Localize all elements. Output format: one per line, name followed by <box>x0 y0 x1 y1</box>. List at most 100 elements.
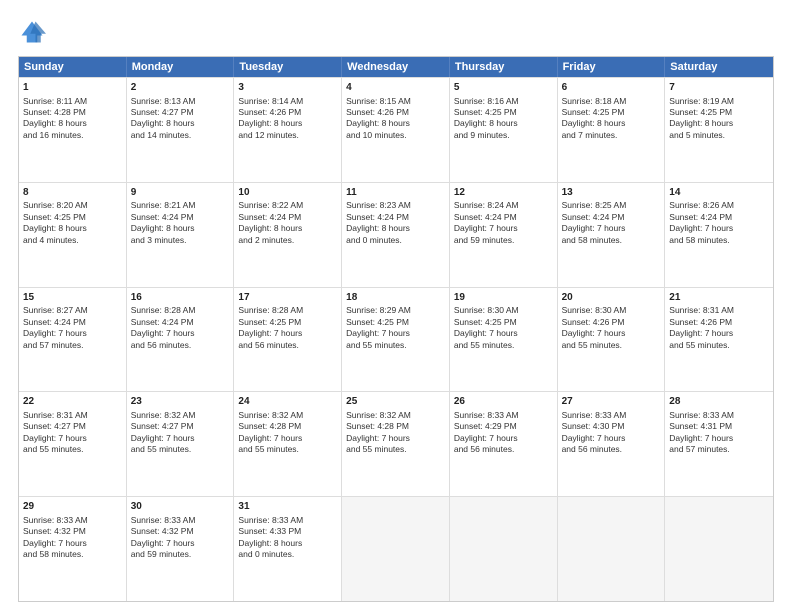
day-info-line-1: Sunrise: 8:15 AM <box>346 96 445 107</box>
day-cell-10: 10Sunrise: 8:22 AMSunset: 4:24 PMDayligh… <box>234 183 342 287</box>
day-number: 5 <box>454 81 553 95</box>
day-info-line-1: Sunrise: 8:20 AM <box>23 200 122 211</box>
day-info-line-2: Sunset: 4:24 PM <box>23 317 122 328</box>
day-number: 1 <box>23 81 122 95</box>
day-number: 24 <box>238 395 337 409</box>
day-info-line-2: Sunset: 4:25 PM <box>562 107 661 118</box>
day-info-line-4: and 56 minutes. <box>562 444 661 455</box>
calendar-body: 1Sunrise: 8:11 AM Sunset: 4:28 PM Daylight… <box>19 77 773 601</box>
header-day-thursday: Thursday <box>450 57 558 77</box>
day-info-line-3: Daylight: 8 hours <box>346 118 445 129</box>
day-info-line-3: Daylight: 7 hours <box>562 328 661 339</box>
day-info-line-4: and 57 minutes. <box>23 340 122 351</box>
logo <box>18 18 50 46</box>
day-info-line-1: Sunrise: 8:23 AM <box>346 200 445 211</box>
day-info-line-4: and 59 minutes. <box>454 235 553 246</box>
day-cell-23: 23Sunrise: 8:32 AMSunset: 4:27 PMDayligh… <box>127 392 235 496</box>
day-info-line-3: Daylight: 7 hours <box>238 328 337 339</box>
day-info-line-4: and 14 minutes. <box>131 130 230 141</box>
day-info-line-3: Daylight: 7 hours <box>131 328 230 339</box>
day-cell-27: 27Sunrise: 8:33 AMSunset: 4:30 PMDayligh… <box>558 392 666 496</box>
day-info-line-2: Sunset: 4:25 PM <box>238 317 337 328</box>
day-number: 8 <box>23 186 122 200</box>
day-info-line-2: Sunset: 4:25 PM <box>454 317 553 328</box>
day-info-line-4: and 2 minutes. <box>238 235 337 246</box>
day-info-line-3: Daylight: 8 hours <box>23 118 122 129</box>
day-info-line-2: Sunset: 4:24 PM <box>562 212 661 223</box>
day-info-line-3: Daylight: 8 hours <box>131 223 230 234</box>
day-number: 28 <box>669 395 769 409</box>
day-info-line-3: Daylight: 7 hours <box>346 328 445 339</box>
day-number: 21 <box>669 291 769 305</box>
day-info-line-3: Daylight: 7 hours <box>454 433 553 444</box>
day-info-line-4: and 16 minutes. <box>23 130 122 141</box>
day-info-line-2: Sunset: 4:24 PM <box>238 212 337 223</box>
day-info-line-1: Sunrise: 8:13 AM <box>131 96 230 107</box>
day-number: 12 <box>454 186 553 200</box>
day-info-line-3: Daylight: 7 hours <box>562 223 661 234</box>
day-info-line-4: and 55 minutes. <box>562 340 661 351</box>
day-info-line-4: and 59 minutes. <box>131 549 230 560</box>
day-number: 25 <box>346 395 445 409</box>
day-info-line-2: Sunset: 4:25 PM <box>669 107 769 118</box>
day-info-line-2: Sunset: 4:32 PM <box>23 526 122 537</box>
day-info-line-2: Sunset: 4:25 PM <box>23 212 122 223</box>
day-info-line-3: Daylight: 8 hours <box>669 118 769 129</box>
day-cell-28: 28Sunrise: 8:33 AMSunset: 4:31 PMDayligh… <box>665 392 773 496</box>
header-day-tuesday: Tuesday <box>234 57 342 77</box>
day-info-line-4: and 10 minutes. <box>346 130 445 141</box>
day-info-line-4: and 58 minutes. <box>23 549 122 560</box>
day-cell-24: 24Sunrise: 8:32 AMSunset: 4:28 PMDayligh… <box>234 392 342 496</box>
day-info-line-4: and 55 minutes. <box>23 444 122 455</box>
day-info-line-1: Sunrise: 8:19 AM <box>669 96 769 107</box>
day-cell-7: 7Sunrise: 8:19 AMSunset: 4:25 PMDaylight… <box>665 78 773 182</box>
day-info-line-3: Daylight: 7 hours <box>23 328 122 339</box>
day-info-line-1: Sunrise: 8:24 AM <box>454 200 553 211</box>
day-info-line-2: Sunset: 4:28 PM <box>238 421 337 432</box>
day-info-line-1: Sunrise: 8:33 AM <box>454 410 553 421</box>
header-day-wednesday: Wednesday <box>342 57 450 77</box>
page: SundayMondayTuesdayWednesdayThursdayFrid… <box>0 0 792 612</box>
day-info-line-3: Daylight: 7 hours <box>562 433 661 444</box>
day-cell-11: 11Sunrise: 8:23 AMSunset: 4:24 PMDayligh… <box>342 183 450 287</box>
day-info-line-2: Sunset: 4:24 PM <box>131 317 230 328</box>
day-info-line-4: and 56 minutes. <box>454 444 553 455</box>
calendar-row-4: 22Sunrise: 8:31 AMSunset: 4:27 PMDayligh… <box>19 391 773 496</box>
day-info-line-4: and 55 minutes. <box>454 340 553 351</box>
day-info-line-1: Sunrise: 8:33 AM <box>23 515 122 526</box>
day-cell-21: 21Sunrise: 8:31 AMSunset: 4:26 PMDayligh… <box>665 288 773 392</box>
day-number: 16 <box>131 291 230 305</box>
day-number: 17 <box>238 291 337 305</box>
day-cell-8: 8Sunrise: 8:20 AMSunset: 4:25 PMDaylight… <box>19 183 127 287</box>
day-cell-12: 12Sunrise: 8:24 AMSunset: 4:24 PMDayligh… <box>450 183 558 287</box>
day-info-line-1: Sunrise: 8:11 AM <box>23 96 122 107</box>
day-number: 10 <box>238 186 337 200</box>
day-number: 7 <box>669 81 769 95</box>
day-cell-20: 20Sunrise: 8:30 AMSunset: 4:26 PMDayligh… <box>558 288 666 392</box>
header-day-friday: Friday <box>558 57 666 77</box>
day-number: 18 <box>346 291 445 305</box>
day-number: 13 <box>562 186 661 200</box>
day-info-line-4: and 55 minutes. <box>131 444 230 455</box>
day-info-line-3: Daylight: 8 hours <box>562 118 661 129</box>
day-number: 6 <box>562 81 661 95</box>
day-info-line-2: Sunset: 4:25 PM <box>346 317 445 328</box>
day-info-line-4: and 57 minutes. <box>669 444 769 455</box>
day-info-line-4: and 55 minutes. <box>669 340 769 351</box>
day-cell-18: 18Sunrise: 8:29 AMSunset: 4:25 PMDayligh… <box>342 288 450 392</box>
day-info-line-3: Daylight: 7 hours <box>131 538 230 549</box>
day-info-line-2: Sunset: 4:27 PM <box>23 421 122 432</box>
day-info-line-1: Sunrise: 8:33 AM <box>131 515 230 526</box>
day-cell-16: 16Sunrise: 8:28 AMSunset: 4:24 PMDayligh… <box>127 288 235 392</box>
day-info-line-1: Sunrise: 8:18 AM <box>562 96 661 107</box>
header-day-monday: Monday <box>127 57 235 77</box>
empty-cell <box>558 497 666 601</box>
day-info-line-1: Sunrise: 8:22 AM <box>238 200 337 211</box>
day-info-line-4: and 58 minutes. <box>562 235 661 246</box>
day-number: 26 <box>454 395 553 409</box>
day-info-line-1: Sunrise: 8:33 AM <box>669 410 769 421</box>
calendar-row-5: 29Sunrise: 8:33 AMSunset: 4:32 PMDayligh… <box>19 496 773 601</box>
day-info-line-1: Sunrise: 8:27 AM <box>23 305 122 316</box>
day-cell-19: 19Sunrise: 8:30 AMSunset: 4:25 PMDayligh… <box>450 288 558 392</box>
day-number: 31 <box>238 500 337 514</box>
